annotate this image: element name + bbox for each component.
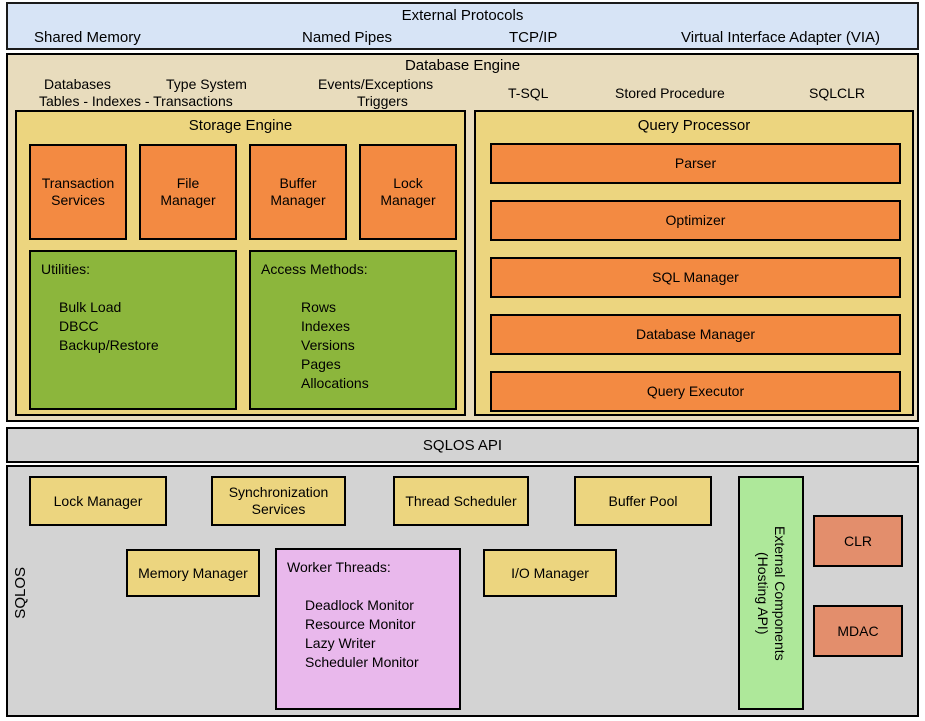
database-engine-title: Database Engine <box>404 57 521 74</box>
external-protocols-section: External Protocols Shared Memory Named P… <box>6 2 919 50</box>
label-sqlclr: SQLCLR <box>809 85 866 101</box>
utilities-item-bulk-load: Bulk Load <box>59 299 122 315</box>
utilities-item-dbcc: DBCC <box>59 318 99 334</box>
label-tables-indexes-transactions: Tables - Indexes - Transactions <box>39 93 233 109</box>
query-processor-title: Query Processor <box>637 117 751 134</box>
utilities-item-backup-restore: Backup/Restore <box>59 337 159 353</box>
access-methods-item-pages: Pages <box>301 356 341 372</box>
sqlos-service-lock-manager: Lock Manager <box>29 476 167 526</box>
label-type-system: Type System <box>166 76 247 92</box>
protocol-via: Virtual Interface Adapter (VIA) <box>681 29 880 46</box>
query-component-sql-manager: SQL Manager <box>490 257 901 298</box>
label-triggers: Triggers <box>357 93 408 109</box>
sqlos-service-buffer-pool: Buffer Pool <box>574 476 712 526</box>
worker-thread-deadlock-monitor: Deadlock Monitor <box>305 597 414 613</box>
access-methods-item-versions: Versions <box>301 337 355 353</box>
access-methods-item-allocations: Allocations <box>301 375 369 391</box>
protocol-named-pipes: Named Pipes <box>302 29 393 46</box>
worker-threads-heading: Worker Threads: <box>287 559 391 575</box>
worker-thread-scheduler-monitor: Scheduler Monitor <box>305 654 419 670</box>
access-methods-item-rows: Rows <box>301 299 337 315</box>
external-components-label: External Components (Hosting API) <box>755 525 788 661</box>
query-processor-panel: Query Processor Parser Optimizer SQL Man… <box>474 110 914 416</box>
query-component-optimizer: Optimizer <box>490 200 901 241</box>
external-protocols-title: External Protocols <box>401 7 524 24</box>
sqlos-service-io-manager: I/O Manager <box>483 549 617 597</box>
external-protocols-list: Shared Memory Named Pipes TCP/IP Virtual… <box>8 27 917 49</box>
protocol-tcp-ip: TCP/IP <box>509 29 558 46</box>
label-events-exceptions: Events/Exceptions <box>318 76 434 92</box>
access-methods-item-indexes: Indexes <box>301 318 351 334</box>
sqlos-service-synchronization-services: Synchronization Services <box>211 476 346 526</box>
storage-component-transaction-services: Transaction Services <box>29 144 127 240</box>
label-databases: Databases <box>44 76 111 92</box>
query-component-database-manager: Database Manager <box>490 314 901 355</box>
external-component-mdac: MDAC <box>813 605 903 657</box>
sqlos-section: SQLOS Lock Manager Synchronization Servic… <box>6 465 919 717</box>
access-methods-box: Access Methods: Rows Indexes Versions Pa… <box>249 250 457 410</box>
external-components-box: External Components (Hosting API) <box>738 476 804 710</box>
label-stored-procedure: Stored Procedure <box>615 85 725 101</box>
worker-thread-resource-monitor: Resource Monitor <box>305 616 416 632</box>
storage-engine-panel: Storage Engine Transaction Services File M… <box>15 110 466 416</box>
external-components-label-wrap: External Components (Hosting API) <box>740 478 802 708</box>
query-component-query-executor: Query Executor <box>490 371 901 412</box>
external-component-clr: CLR <box>813 515 903 567</box>
label-tsql: T-SQL <box>508 85 549 101</box>
database-engine-section: Database Engine Databases Tables - Index… <box>6 53 919 422</box>
storage-engine-title: Storage Engine <box>188 117 293 134</box>
storage-component-file-manager: File Manager <box>139 144 237 240</box>
worker-thread-lazy-writer: Lazy Writer <box>305 635 376 651</box>
sqlos-api-section: SQLOS API <box>6 427 919 463</box>
worker-threads-box: Worker Threads: Deadlock Monitor Resourc… <box>275 548 461 710</box>
access-methods-heading: Access Methods: <box>261 261 368 277</box>
sqlos-api-title: SQLOS API <box>422 437 503 454</box>
storage-component-lock-manager: Lock Manager <box>359 144 457 240</box>
sqlos-service-memory-manager: Memory Manager <box>126 549 260 597</box>
architecture-diagram: External Protocols Shared Memory Named P… <box>0 0 925 721</box>
query-component-parser: Parser <box>490 143 901 184</box>
sqlos-label: SQLOS <box>12 567 29 619</box>
utilities-heading: Utilities: <box>41 261 91 277</box>
storage-component-buffer-manager: Buffer Manager <box>249 144 347 240</box>
utilities-box: Utilities: Bulk Load DBCC Backup/Restore <box>29 250 237 410</box>
sqlos-service-thread-scheduler: Thread Scheduler <box>393 476 529 526</box>
protocol-shared-memory: Shared Memory <box>34 29 141 46</box>
